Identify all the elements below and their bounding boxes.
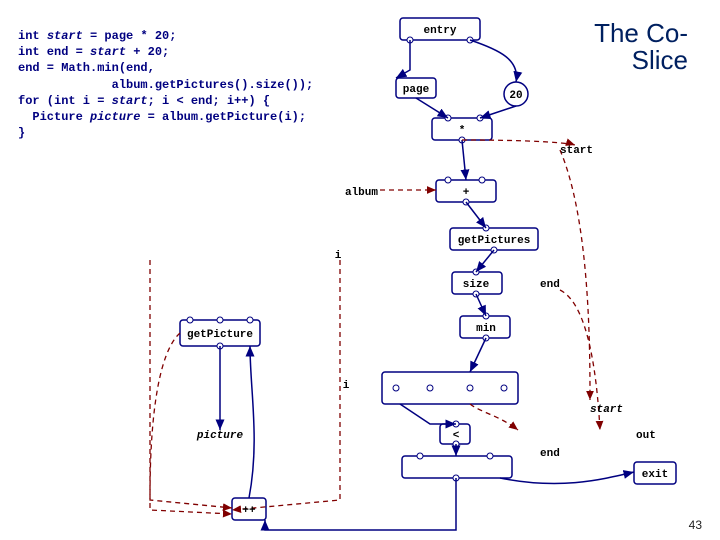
node-start: start (560, 145, 593, 157)
node-min: min (476, 323, 496, 335)
node-plus: + (463, 187, 470, 199)
node-start2: start (590, 404, 623, 416)
node-lt: < (453, 430, 460, 442)
node-end1: end (540, 279, 560, 291)
node-mul: * (459, 125, 466, 137)
node-end2: end (540, 448, 560, 460)
node-picture: picture (196, 430, 244, 442)
node-getpicture: getPicture (187, 329, 253, 341)
node-i2: i (343, 380, 350, 392)
node-i-head: i (335, 250, 342, 262)
node-20: 20 (509, 90, 522, 102)
node-exit: exit (642, 469, 668, 481)
node-getpictures: getPictures (458, 235, 531, 247)
node-page: page (403, 84, 430, 96)
node-size: size (463, 279, 490, 291)
coslice-diagram: entry page 20 * start + album getPicture… (0, 0, 720, 540)
node-entry: entry (423, 25, 456, 37)
node-pp: ++ (242, 505, 256, 517)
node-album: album (345, 187, 378, 199)
node-out: out (636, 430, 656, 442)
